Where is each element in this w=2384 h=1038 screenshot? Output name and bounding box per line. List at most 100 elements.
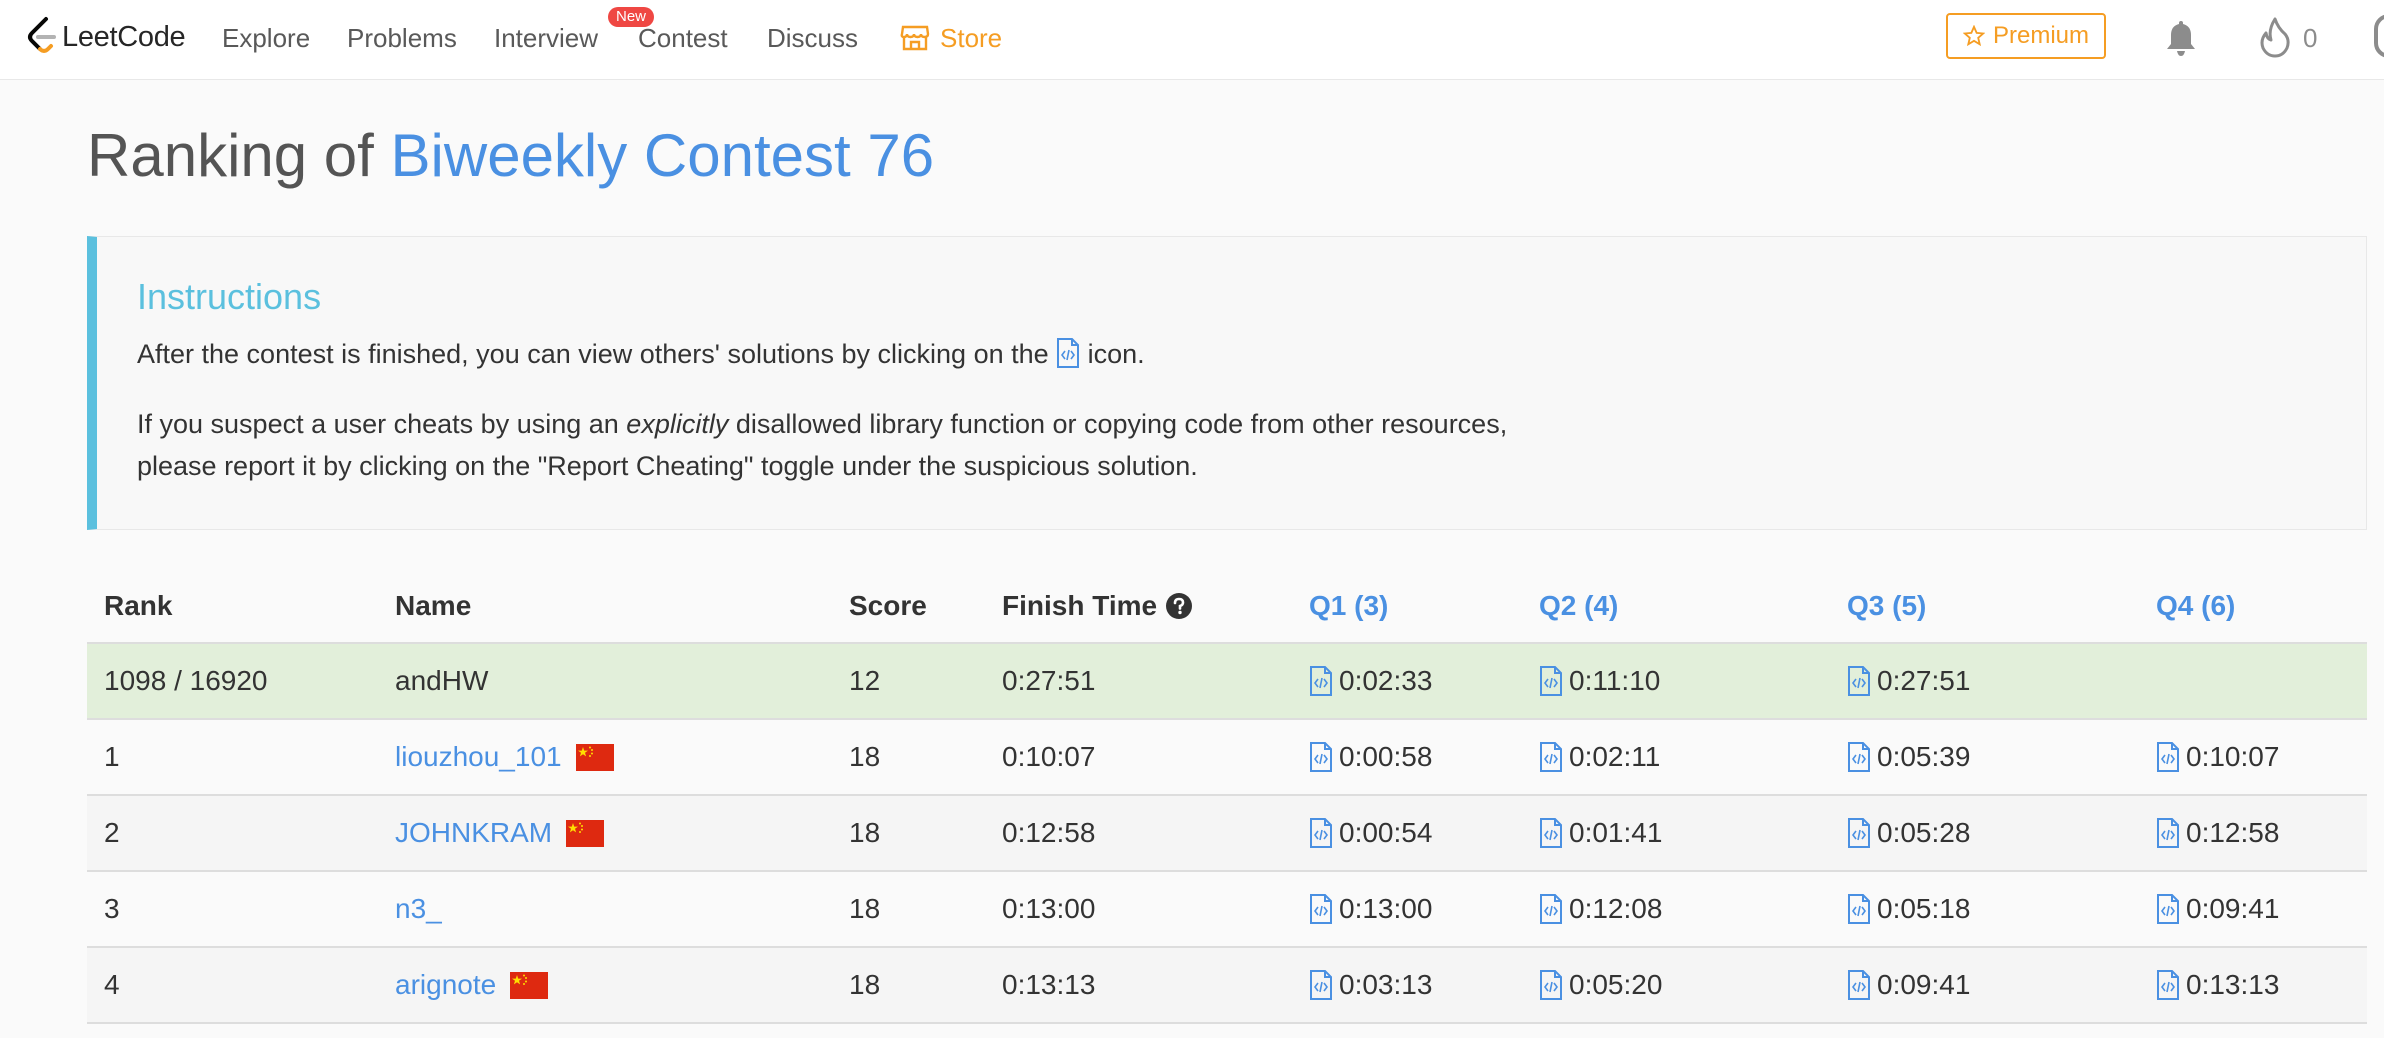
q1-time: 0:13:00 (1339, 893, 1433, 924)
code-file-icon[interactable] (1847, 818, 1871, 848)
streak-count: 0 (2303, 23, 2318, 53)
code-file-icon[interactable] (2156, 818, 2180, 848)
leetcode-logo[interactable]: LeetCode (26, 12, 186, 62)
code-file-icon[interactable] (1847, 894, 1871, 924)
score-cell: 12 (849, 665, 881, 696)
code-file-icon (1057, 338, 1080, 368)
user-link[interactable]: arignote (395, 969, 496, 1001)
score-cell: 18 (849, 969, 881, 1000)
nav-explore[interactable]: Explore (222, 20, 310, 56)
instructions-text: If you suspect a user cheats by using an (137, 409, 627, 439)
title-prefix: Ranking of (87, 122, 391, 189)
premium-button[interactable]: Premium (1946, 13, 2106, 59)
rank-cell: 1 (104, 741, 120, 772)
rank-cell: 2 (104, 817, 120, 848)
q3-time: 0:05:18 (1877, 893, 1971, 924)
contest-link[interactable]: Biweekly Contest 76 (391, 122, 935, 189)
q2-time-cell: 0:11:10 (1539, 644, 1660, 718)
q1-time: 0:00:54 (1339, 817, 1433, 848)
q3-time: 0:05:39 (1877, 741, 1971, 772)
code-file-icon[interactable] (1847, 666, 1871, 696)
q1-time-cell: 0:02:33 (1309, 644, 1432, 718)
logo-text: LeetCode (62, 20, 186, 53)
header-q3[interactable]: Q3 (5) (1847, 570, 1926, 642)
star-icon (1962, 25, 1985, 47)
q3-time: 0:27:51 (1877, 665, 1971, 696)
code-file-icon[interactable] (1309, 818, 1333, 848)
instructions-emphasis: explicitly (626, 409, 729, 439)
nav-discuss[interactable]: Discuss (767, 20, 858, 56)
code-file-icon[interactable] (1309, 894, 1333, 924)
instructions-text: After the contest is finished, you can v… (137, 339, 1057, 369)
nav-contest[interactable]: Contest (638, 20, 728, 56)
header-score: Score (849, 590, 927, 621)
score-cell: 18 (849, 741, 881, 772)
finish-time-cell: 0:10:07 (1002, 741, 1096, 772)
premium-label: Premium (1992, 22, 2089, 49)
user-link[interactable]: JOHNKRAM (395, 817, 552, 849)
code-file-icon[interactable] (2156, 742, 2180, 772)
header-q2[interactable]: Q2 (4) (1539, 570, 1618, 642)
code-file-icon[interactable] (1539, 742, 1563, 772)
ranking-table: Rank Name Score Finish Time Q1 (3) Q2 (4… (87, 570, 2367, 1024)
header-finish-label: Finish Time (1002, 590, 1158, 621)
q2-time: 0:01:41 (1569, 817, 1663, 848)
user-link[interactable]: n3_ (395, 893, 442, 925)
table-row: 1 liouzhou_101 18 0:10:07 0:00:58 0:02:11 0:05… (87, 720, 2367, 796)
finish-time-cell: 0:13:00 (1002, 893, 1096, 924)
instructions-line-3: please report it by clicking on the "Rep… (137, 451, 1198, 481)
q4-time: 0:10:07 (2186, 741, 2280, 772)
code-file-icon[interactable] (1539, 894, 1563, 924)
china-flag-icon (510, 971, 549, 999)
header-q4[interactable]: Q4 (6) (2156, 570, 2235, 642)
china-flag-icon (575, 743, 614, 771)
nav-interview[interactable]: Interview (494, 20, 598, 56)
code-file-icon[interactable] (2156, 970, 2180, 1000)
help-icon[interactable] (1165, 592, 1193, 620)
code-file-icon[interactable] (1847, 970, 1871, 1000)
fire-icon[interactable] (2258, 16, 2292, 58)
avatar[interactable] (2374, 14, 2384, 58)
nav-store[interactable]: Store (900, 20, 1002, 56)
code-file-icon[interactable] (1309, 666, 1333, 696)
header-q1[interactable]: Q1 (3) (1309, 570, 1388, 642)
q2-time-cell: 0:05:20 (1539, 948, 1662, 1022)
q2-time-cell: 0:02:11 (1539, 720, 1660, 794)
my-rank-row: 1098 / 16920 andHW 12 0:27:51 0:02:33 0:11:10… (87, 644, 2367, 720)
bell-icon[interactable] (2163, 18, 2199, 58)
code-file-icon[interactable] (1309, 742, 1333, 772)
q4-time-cell: 0:12:58 (2156, 796, 2279, 870)
header-name: Name (395, 590, 472, 621)
china-flag-icon (566, 819, 605, 847)
code-file-icon[interactable] (1309, 970, 1333, 1000)
table-row: 3 n3_ 18 0:13:00 0:13:00 0:12:08 0:05:18 0:09:4… (87, 872, 2367, 948)
name-cell: JOHNKRAM (395, 796, 605, 870)
store-label: Store (940, 23, 1003, 53)
q4-time: 0:13:13 (2186, 969, 2280, 1000)
q4-time-cell: 0:10:07 (2156, 720, 2279, 794)
score-cell: 18 (849, 817, 881, 848)
user-link[interactable]: liouzhou_101 (395, 741, 562, 773)
nav-problems[interactable]: Problems (347, 20, 457, 56)
header-rank: Rank (104, 590, 173, 621)
top-navbar: LeetCode Explore Problems Interview New … (0, 0, 2384, 80)
name-cell: arignote (395, 948, 549, 1022)
name-cell: n3_ (395, 872, 442, 946)
finish-time-cell: 0:27:51 (1002, 665, 1096, 696)
q2-time: 0:02:11 (1569, 741, 1661, 772)
code-file-icon[interactable] (1539, 970, 1563, 1000)
q3-time-cell: 0:05:28 (1847, 796, 1970, 870)
q2-time: 0:05:20 (1569, 969, 1663, 1000)
leetcode-logo-icon (28, 17, 56, 53)
code-file-icon[interactable] (1539, 818, 1563, 848)
code-file-icon[interactable] (1539, 666, 1563, 696)
score-cell: 18 (849, 893, 881, 924)
rank-cell: 3 (104, 893, 120, 924)
table-row: 2 JOHNKRAM 18 0:12:58 0:00:54 0:01:41 0:05:28 0… (87, 796, 2367, 872)
table-row: 4 arignote 18 0:13:13 0:03:13 0:05:20 0:09:41 0… (87, 948, 2367, 1024)
code-file-icon[interactable] (2156, 894, 2180, 924)
q1-time-cell: 0:13:00 (1309, 872, 1432, 946)
instructions-text: disallowed library function or copying c… (728, 409, 1508, 439)
code-file-icon[interactable] (1847, 742, 1871, 772)
q3-time-cell: 0:27:51 (1847, 644, 1970, 718)
